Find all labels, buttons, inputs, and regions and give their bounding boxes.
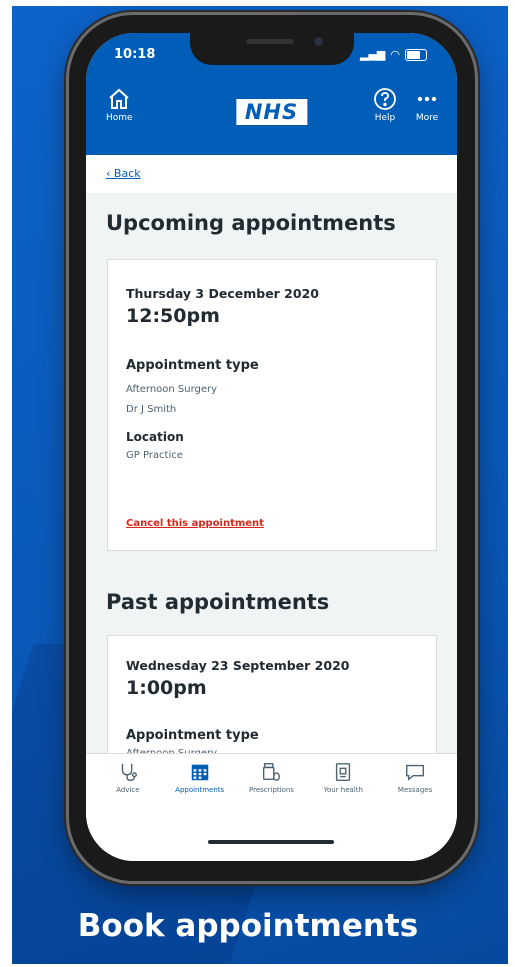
past-date: Wednesday 23 September 2020 bbox=[126, 658, 350, 673]
upcoming-title: Upcoming appointments bbox=[106, 211, 396, 235]
home-button[interactable]: Home bbox=[106, 87, 133, 123]
tab-prescriptions-label: Prescriptions bbox=[249, 786, 294, 794]
side-button-power bbox=[476, 220, 480, 300]
wifi-icon: ◠ bbox=[390, 48, 400, 61]
back-label: Back bbox=[113, 167, 141, 180]
upcoming-clinician: Dr J Smith bbox=[126, 404, 177, 415]
upcoming-appointment-card: Thursday 3 December 2020 12:50pm Appoint… bbox=[107, 259, 437, 551]
home-icon bbox=[109, 88, 129, 109]
app-screen: 10:18 ▂▄▆ ◠ Home NHS Help More ‹ Back Up… bbox=[86, 33, 457, 861]
calendar-icon bbox=[191, 764, 208, 781]
chevron-left-icon: ‹ bbox=[106, 167, 114, 180]
more-label: More bbox=[415, 113, 439, 123]
home-label: Home bbox=[106, 113, 133, 123]
tab-appointments[interactable]: Appointments bbox=[165, 760, 235, 794]
help-button[interactable]: Help bbox=[373, 87, 397, 123]
phone-notch bbox=[190, 33, 354, 65]
tab-appointments-label: Appointments bbox=[175, 786, 225, 794]
upcoming-date: Thursday 3 December 2020 bbox=[126, 286, 319, 301]
side-button-volume-up bbox=[64, 195, 68, 243]
more-icon bbox=[417, 96, 437, 102]
help-icon bbox=[374, 88, 396, 110]
upcoming-type-label: Appointment type bbox=[126, 358, 259, 373]
tab-bar: Advice Appointments Prescriptions Your h… bbox=[86, 753, 457, 861]
battery-icon bbox=[405, 48, 427, 61]
side-button-silent bbox=[64, 140, 68, 162]
tab-your-health[interactable]: Your health bbox=[308, 760, 378, 794]
tab-advice-label: Advice bbox=[116, 786, 140, 794]
promo-caption: Book appointments bbox=[77, 908, 419, 944]
status-time: 10:18 bbox=[114, 47, 156, 62]
more-button[interactable]: More bbox=[415, 87, 439, 123]
signal-icon: ▂▄▆ bbox=[360, 48, 386, 61]
past-type-label: Appointment type bbox=[126, 728, 259, 743]
location-label: Location bbox=[126, 430, 184, 444]
side-button-volume-down bbox=[64, 258, 68, 306]
message-icon bbox=[406, 764, 425, 781]
tab-prescriptions[interactable]: Prescriptions bbox=[236, 760, 306, 794]
location-value: GP Practice bbox=[126, 450, 183, 461]
tab-your-health-label: Your health bbox=[323, 786, 363, 794]
home-indicator bbox=[208, 840, 334, 844]
health-record-icon bbox=[336, 763, 351, 781]
past-appointment-card: Wednesday 23 September 2020 1:00pm Appoi… bbox=[107, 635, 437, 767]
cancel-appointment-link[interactable]: Cancel this appointment bbox=[126, 518, 264, 529]
upcoming-type-value: Afternoon Surgery bbox=[126, 384, 218, 395]
status-indicators: ▂▄▆ ◠ bbox=[360, 48, 427, 61]
back-bar: ‹ Back bbox=[86, 155, 457, 193]
past-title: Past appointments bbox=[106, 590, 330, 614]
tab-messages[interactable]: Messages bbox=[380, 760, 450, 794]
upcoming-time: 12:50pm bbox=[126, 305, 220, 327]
past-time: 1:00pm bbox=[126, 677, 207, 699]
tab-advice[interactable]: Advice bbox=[93, 760, 163, 794]
phone-frame: 10:18 ▂▄▆ ◠ Home NHS Help More ‹ Back Up… bbox=[69, 15, 475, 881]
back-link[interactable]: ‹ Back bbox=[106, 167, 141, 180]
app-header: Home NHS Help More bbox=[86, 77, 457, 155]
advice-icon bbox=[121, 763, 137, 781]
tab-messages-label: Messages bbox=[397, 786, 433, 794]
help-label: Help bbox=[374, 113, 396, 123]
prescriptions-icon bbox=[263, 763, 281, 781]
nhs-logo: NHS bbox=[235, 99, 308, 125]
